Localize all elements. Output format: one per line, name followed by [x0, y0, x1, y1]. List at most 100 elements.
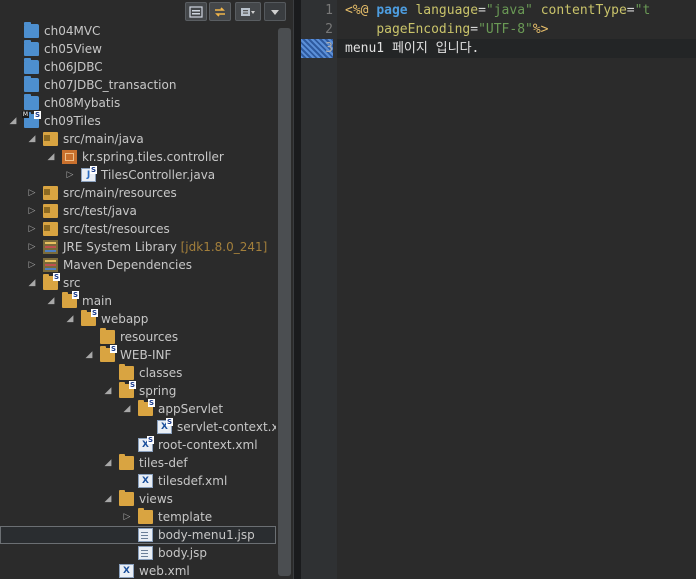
collapse-all-button[interactable] — [185, 2, 207, 21]
tree-item-spring[interactable]: ◢ Sspring — [0, 381, 276, 400]
tree-item-package[interactable]: ◢ kr.spring.tiles.controller — [0, 148, 276, 166]
tree-item-label: resources — [120, 330, 179, 344]
tree-item-ch04mvc[interactable]: ch04MVC — [0, 22, 276, 40]
tree-item-label: main — [82, 294, 112, 308]
collapse-arrow-icon[interactable]: ◢ — [8, 112, 18, 130]
expand-arrow-icon[interactable]: ▷ — [27, 238, 37, 256]
scrollbar-thumb[interactable] — [278, 28, 291, 576]
expand-arrow-icon[interactable]: ▷ — [27, 256, 37, 274]
collapse-arrow-icon[interactable]: ◢ — [46, 148, 56, 166]
code-token: page — [376, 3, 408, 18]
collapse-arrow-icon[interactable]: ◢ — [27, 130, 37, 148]
tree-item-maven[interactable]: ▷ Maven Dependencies — [0, 256, 276, 274]
code-token: language — [415, 3, 479, 18]
tree-item-src-test-resources[interactable]: ▷ src/test/resources — [0, 220, 276, 238]
collapse-arrow-icon[interactable]: ◢ — [84, 346, 94, 364]
tree-item-label: webapp — [101, 312, 149, 326]
tree-item-template[interactable]: ▷ template — [0, 508, 276, 526]
source-folder-icon — [43, 204, 58, 218]
spring-folder-icon: S — [62, 291, 79, 308]
code-line-2[interactable]: pageEncoding="UTF-8"%> — [345, 20, 549, 39]
tree-item-label: WEB-INF — [120, 348, 172, 362]
tree-item-ch05view[interactable]: ch05View — [0, 40, 276, 58]
tree-item-label: root-context.xml — [158, 438, 258, 452]
spring-badge-icon: S — [34, 111, 41, 119]
tree-item-web-xml[interactable]: Xweb.xml — [0, 562, 276, 579]
tree-item-ch06jdbc[interactable]: ch06JDBC — [0, 58, 276, 76]
collapse-all-icon — [189, 5, 203, 18]
collapse-arrow-icon[interactable]: ◢ — [27, 274, 37, 292]
code-token: = — [626, 3, 635, 18]
tree-item-tiles-def[interactable]: ◢ tiles-def — [0, 454, 276, 472]
project-tree: ch04MVC ch05View ch06JDBC ch07JDBC_transact… — [0, 22, 293, 579]
tree-item-resources[interactable]: resources — [0, 328, 276, 346]
tree-item-ch07jdbc-transaction[interactable]: ch07JDBC_transaction — [0, 76, 276, 94]
code-token: "t — [634, 3, 651, 18]
tree-item-src-test-java[interactable]: ▷ src/test/java — [0, 202, 276, 220]
collapse-arrow-icon[interactable]: ◢ — [103, 454, 113, 472]
view-dropdown-button[interactable] — [264, 2, 286, 21]
tree-item-views[interactable]: ◢ views — [0, 490, 276, 508]
explorer-scrollbar[interactable] — [276, 23, 293, 579]
tree-item-tilescontroller[interactable]: ▷ J S TilesController.java — [0, 166, 276, 184]
tree-item-label: appServlet — [158, 402, 224, 416]
collapse-arrow-icon[interactable]: ◢ — [122, 400, 132, 418]
code-token: = — [478, 3, 486, 18]
expand-arrow-icon[interactable]: ▷ — [27, 202, 37, 220]
collapse-arrow-icon[interactable]: ◢ — [103, 490, 113, 508]
code-area[interactable]: <%@ page language="java" contentType="t … — [337, 0, 696, 579]
spring-xml-file-icon: XS — [138, 436, 154, 452]
expand-arrow-icon[interactable]: ▷ — [65, 166, 75, 184]
tree-item-main[interactable]: ◢ Smain — [0, 291, 276, 310]
spring-xml-file-icon: XS — [157, 418, 173, 434]
link-with-editor-button[interactable] — [209, 2, 231, 21]
tree-item-label: tiles-def — [139, 456, 188, 470]
tree-item-src-main-resources[interactable]: ▷ src/main/resources — [0, 184, 276, 202]
collapse-arrow-icon[interactable]: ◢ — [65, 310, 75, 328]
collapse-arrow-icon[interactable]: ◢ — [46, 292, 56, 310]
tree-item-label: JRE System Library [jdk1.8.0_241] — [63, 240, 268, 254]
package-icon — [62, 150, 77, 164]
tree-item-jre[interactable]: ▷ JRE System Library [jdk1.8.0_241] — [0, 238, 276, 256]
folder-icon — [100, 328, 115, 344]
xml-file-icon: X — [119, 564, 134, 578]
tree-item-tilesdef-xml[interactable]: Xtilesdef.xml — [0, 472, 276, 490]
tree-item-ch09tiles[interactable]: ◢ S Mch09Tiles — [0, 111, 276, 130]
jsp-file-icon — [138, 546, 153, 560]
spring-project-icon: SM — [22, 111, 41, 128]
tree-item-label: body-menu1.jsp — [158, 528, 255, 542]
tree-item-label: Maven Dependencies — [63, 258, 193, 272]
expand-arrow-icon[interactable]: ▷ — [122, 508, 132, 526]
tree-item-classes[interactable]: classes — [0, 364, 276, 382]
collapse-arrow-icon[interactable]: ◢ — [103, 382, 113, 400]
tree-item-src[interactable]: ◢ Ssrc — [0, 273, 276, 292]
java-file-icon: JS — [81, 166, 97, 182]
spring-badge-icon: S — [110, 345, 117, 353]
code-token: <%@ — [345, 3, 377, 18]
code-line-3[interactable]: menu1 페이지 입니다. — [345, 39, 479, 58]
tree-item-body-menu1[interactable]: body-menu1.jsp — [0, 526, 276, 544]
tree-item-ch08mybatis[interactable]: ch08Mybatis — [0, 94, 276, 112]
tree-item-label: ch06JDBC — [44, 60, 103, 74]
tree-item-servlet-context[interactable]: X Sservlet-context.xml — [0, 418, 293, 436]
code-line-1[interactable]: <%@ page language="java" contentType="t — [345, 1, 650, 20]
source-folder-icon — [43, 132, 58, 146]
library-icon — [43, 240, 58, 254]
spring-badge-icon: S — [91, 309, 98, 317]
spring-badge-icon: S — [129, 381, 136, 389]
pane-divider[interactable] — [293, 0, 301, 579]
project-icon — [24, 22, 39, 38]
expand-arrow-icon[interactable]: ▷ — [27, 220, 37, 238]
view-menu-button[interactable] — [235, 2, 261, 21]
spring-folder-icon: S — [138, 399, 155, 416]
expand-arrow-icon[interactable]: ▷ — [27, 184, 37, 202]
tree-item-webapp[interactable]: ◢ Swebapp — [0, 309, 276, 328]
code-token: %> — [532, 22, 549, 37]
tree-item-decoration: [jdk1.8.0_241] — [176, 240, 268, 254]
tree-item-web-inf[interactable]: ◢ S WEB-INF — [0, 345, 276, 364]
tree-item-src-main-java[interactable]: ◢ src/main/java — [0, 130, 276, 148]
tree-item-body[interactable]: body.jsp — [0, 544, 276, 562]
tree-item-appservlet[interactable]: ◢ SappServlet — [0, 399, 276, 418]
tree-item-root-context[interactable]: X S root-context.xml — [0, 436, 276, 454]
tree-item-label: tilesdef.xml — [158, 474, 228, 488]
